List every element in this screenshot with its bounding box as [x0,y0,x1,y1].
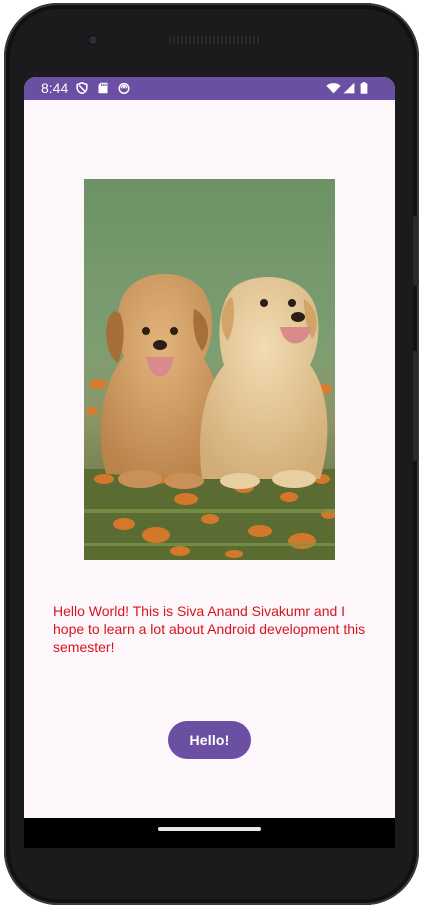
status-bar: 8:44 [24,77,395,100]
navigation-bar [24,818,395,848]
front-camera [87,34,99,46]
battery-icon [360,82,368,94]
cell-signal-icon [343,82,355,94]
volume-button [413,351,418,461]
sd-card-icon [98,82,108,94]
shield-icon [76,82,88,94]
wifi-icon [326,83,341,94]
status-time: 8:44 [41,80,69,96]
hello-message: Hello World! This is Siva Anand Sivakumr… [53,603,366,655]
earpiece-speaker [169,36,261,44]
app-screen: 8:44 Hello World! This is Siva Anand Siv… [24,77,395,818]
power-button [413,216,418,286]
puppies-image [84,179,335,560]
hello-button[interactable]: Hello! [168,721,251,759]
home-gesture-pill[interactable] [158,827,261,831]
android-robot-icon [118,82,130,94]
